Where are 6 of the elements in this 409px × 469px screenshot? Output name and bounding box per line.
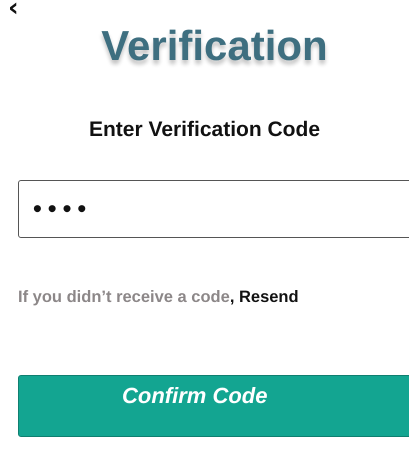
section-heading: Enter Verification Code xyxy=(88,117,322,143)
page-title: Verification xyxy=(100,21,329,71)
code-field[interactable]: •••• xyxy=(18,180,409,238)
resend-prompt: If you didn’t receive a code xyxy=(18,288,230,306)
resend-link[interactable]: , Resend xyxy=(230,288,299,306)
back-button[interactable]: ‹ xyxy=(6,0,21,16)
